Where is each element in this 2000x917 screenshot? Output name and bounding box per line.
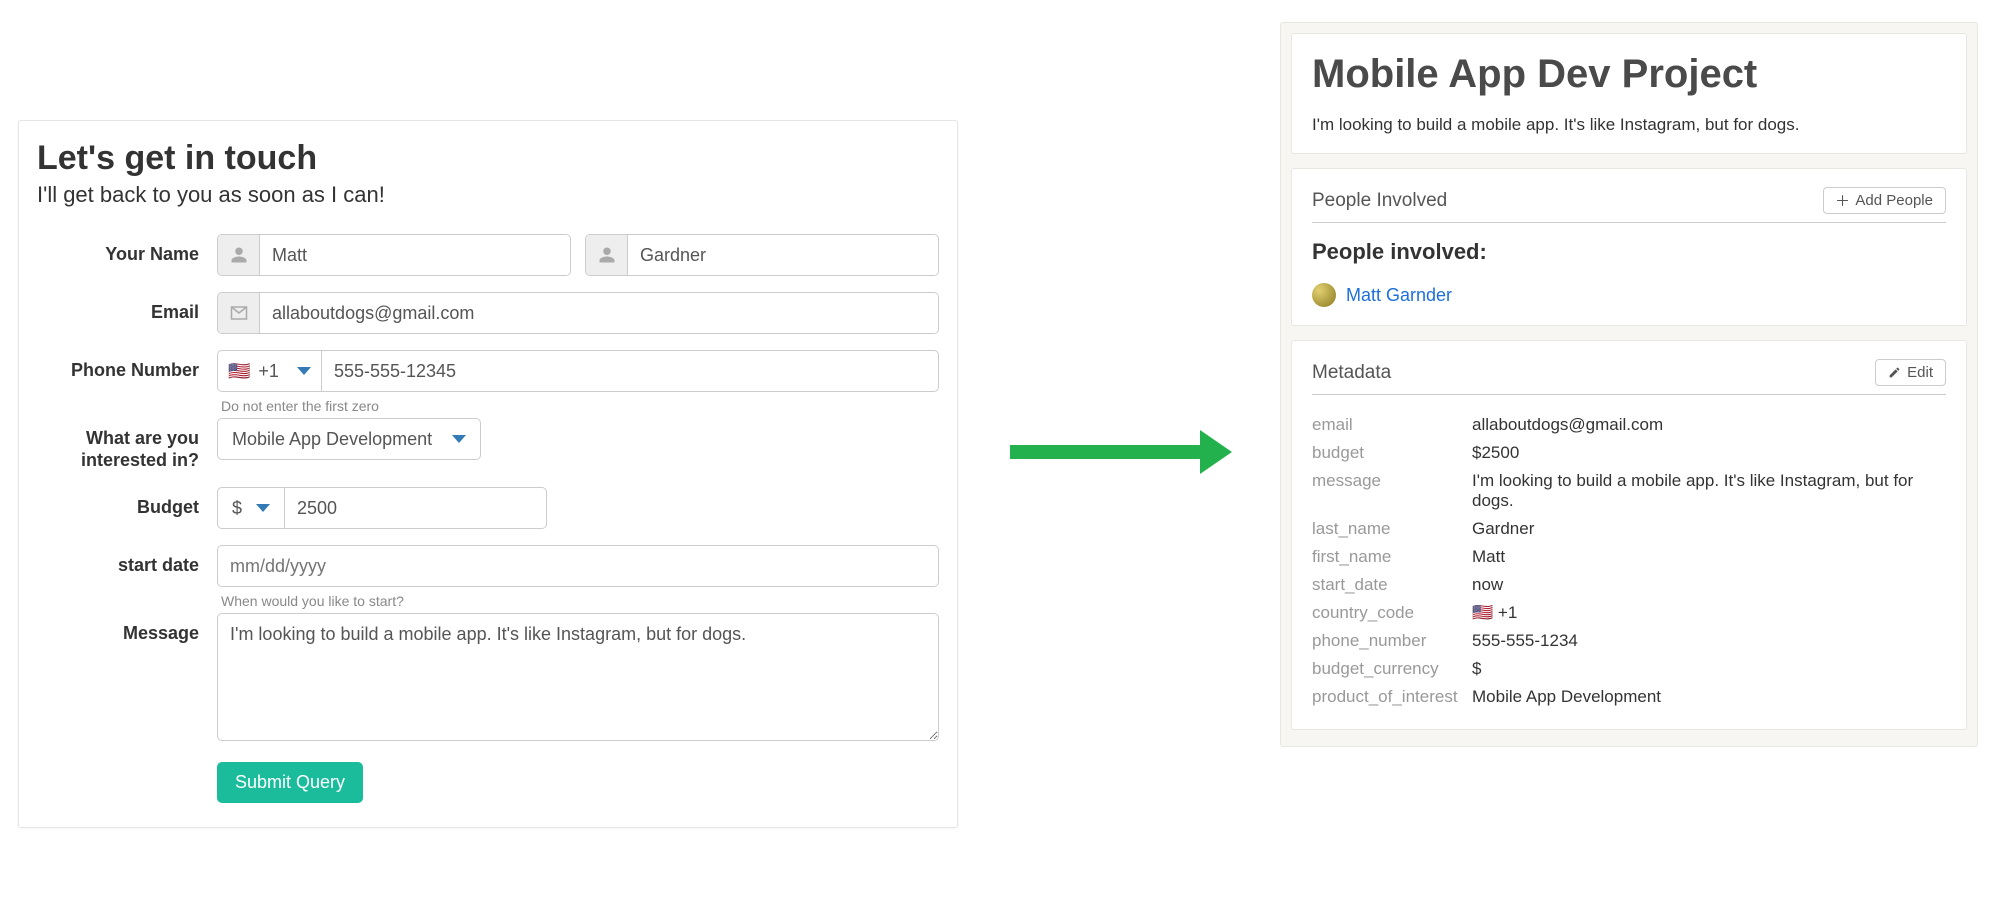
label-your-name: Your Name (37, 234, 217, 276)
metadata-key: country_code (1312, 603, 1472, 623)
currency-value: $ (232, 498, 242, 519)
metadata-value: Gardner (1472, 519, 1946, 539)
start-date-input[interactable] (217, 545, 939, 587)
project-description: I'm looking to build a mobile app. It's … (1312, 115, 1946, 135)
metadata-value: allaboutdogs@gmail.com (1472, 415, 1946, 435)
people-heading: People involved: (1312, 239, 1946, 265)
edit-metadata-button[interactable]: Edit (1875, 359, 1946, 386)
form-subtitle: I'll get back to you as soon as I can! (37, 182, 939, 208)
form-title: Let's get in touch (37, 139, 939, 178)
add-people-button[interactable]: Add People (1823, 187, 1946, 214)
chevron-down-icon (256, 504, 270, 512)
metadata-row: start_datenow (1312, 571, 1946, 599)
country-code-select[interactable]: 🇺🇸 +1 (217, 350, 321, 392)
first-name-group (217, 234, 571, 276)
country-code-value: +1 (258, 361, 279, 382)
row-message: Message (37, 613, 939, 746)
start-date-help-text: When would you like to start? (221, 593, 939, 609)
metadata-value: Matt (1472, 547, 1946, 567)
label-phone: Phone Number (37, 350, 217, 414)
first-name-input[interactable] (260, 235, 570, 275)
avatar (1312, 283, 1336, 307)
metadata-value: now (1472, 575, 1946, 595)
metadata-table: emailallaboutdogs@gmail.combudget$2500me… (1312, 411, 1946, 711)
phone-input[interactable] (321, 350, 939, 392)
mail-icon (218, 293, 260, 333)
metadata-row: product_of_interestMobile App Developmen… (1312, 683, 1946, 711)
arrow-icon (1010, 430, 1232, 474)
edit-label: Edit (1907, 364, 1933, 381)
metadata-key: start_date (1312, 575, 1472, 595)
message-textarea[interactable] (217, 613, 939, 741)
last-name-input[interactable] (628, 235, 938, 275)
metadata-value: 555-555-1234 (1472, 631, 1946, 651)
plus-icon (1836, 194, 1849, 207)
metadata-key: message (1312, 471, 1472, 511)
interest-value: Mobile App Development (232, 429, 432, 450)
metadata-row: first_nameMatt (1312, 543, 1946, 571)
metadata-row: last_nameGardner (1312, 515, 1946, 543)
metadata-key: budget (1312, 443, 1472, 463)
project-header-card: Mobile App Dev Project I'm looking to bu… (1291, 33, 1967, 154)
interest-select[interactable]: Mobile App Development (217, 418, 481, 460)
metadata-key: budget_currency (1312, 659, 1472, 679)
metadata-value: I'm looking to build a mobile app. It's … (1472, 471, 1946, 511)
metadata-card: Metadata Edit emailallaboutdogs@gmail.co… (1291, 340, 1967, 730)
label-email: Email (37, 292, 217, 334)
email-group (217, 292, 939, 334)
chevron-down-icon (452, 435, 466, 443)
email-input[interactable] (260, 293, 938, 333)
metadata-row: budget_currency$ (1312, 655, 1946, 683)
metadata-value: $2500 (1472, 443, 1946, 463)
metadata-section-label: Metadata (1312, 362, 1391, 384)
metadata-row: messageI'm looking to build a mobile app… (1312, 467, 1946, 515)
project-panel: Mobile App Dev Project I'm looking to bu… (1280, 22, 1978, 747)
phone-help-text: Do not enter the first zero (221, 398, 939, 414)
metadata-key: last_name (1312, 519, 1472, 539)
row-phone: Phone Number 🇺🇸 +1 Do not enter the firs… (37, 350, 939, 414)
flag-icon: 🇺🇸 (228, 361, 250, 382)
last-name-group (585, 234, 939, 276)
metadata-key: product_of_interest (1312, 687, 1472, 707)
metadata-key: email (1312, 415, 1472, 435)
submit-button[interactable]: Submit Query (217, 762, 363, 803)
label-budget: Budget (37, 487, 217, 529)
metadata-value: 🇺🇸 +1 (1472, 603, 1946, 623)
project-title: Mobile App Dev Project (1312, 52, 1946, 97)
label-interest: What are you interested in? (37, 418, 217, 471)
metadata-value: $ (1472, 659, 1946, 679)
person-link[interactable]: Matt Garnder (1346, 285, 1452, 306)
row-email: Email (37, 292, 939, 334)
metadata-key: phone_number (1312, 631, 1472, 651)
user-icon (586, 235, 628, 275)
row-interest: What are you interested in? Mobile App D… (37, 418, 939, 471)
people-section-label: People Involved (1312, 190, 1447, 212)
people-card: People Involved Add People People involv… (1291, 168, 1967, 326)
metadata-row: phone_number555-555-1234 (1312, 627, 1946, 655)
add-people-label: Add People (1855, 192, 1933, 209)
currency-select[interactable]: $ (217, 487, 284, 529)
row-your-name: Your Name (37, 234, 939, 276)
label-message: Message (37, 613, 217, 746)
person-item: Matt Garnder (1312, 283, 1946, 307)
row-start-date: start date When would you like to start? (37, 545, 939, 609)
user-icon (218, 235, 260, 275)
budget-input[interactable] (284, 487, 547, 529)
metadata-key: first_name (1312, 547, 1472, 567)
chevron-down-icon (297, 367, 311, 375)
metadata-value: Mobile App Development (1472, 687, 1946, 707)
metadata-row: budget$2500 (1312, 439, 1946, 467)
label-start-date: start date (37, 545, 217, 609)
metadata-row: country_code🇺🇸 +1 (1312, 599, 1946, 627)
row-submit: Submit Query (37, 762, 939, 803)
metadata-row: emailallaboutdogs@gmail.com (1312, 411, 1946, 439)
contact-form-card: Let's get in touch I'll get back to you … (18, 120, 958, 828)
pencil-icon (1888, 366, 1901, 379)
row-budget: Budget $ (37, 487, 939, 529)
